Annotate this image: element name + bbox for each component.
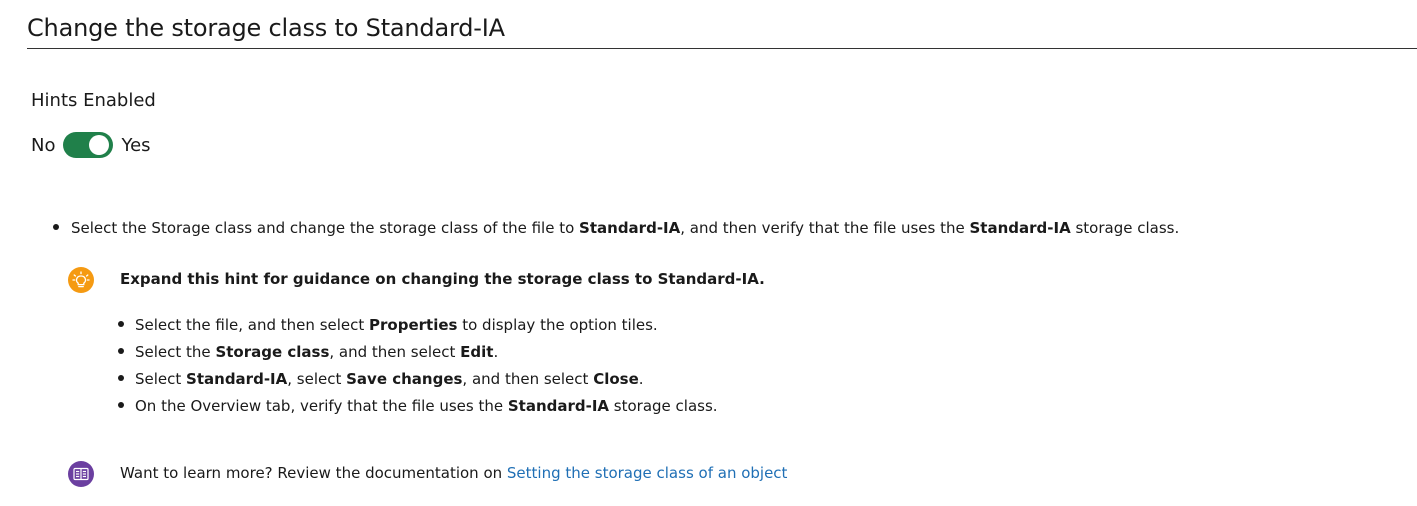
hints-enabled-label: Hints Enabled xyxy=(31,90,156,111)
task-instruction: Select the Storage class and change the … xyxy=(53,217,1179,239)
hint-step: Select the Storage class, and then selec… xyxy=(118,341,718,368)
hints-toggle-row: No Yes xyxy=(31,131,151,159)
toggle-knob xyxy=(89,135,110,155)
toggle-yes-label: Yes xyxy=(121,134,151,156)
hint-step: Select the file, and then select Propert… xyxy=(118,314,718,341)
toggle-no-label: No xyxy=(31,134,56,156)
book-icon xyxy=(68,461,94,487)
hint-steps-list: Select the file, and then select Propert… xyxy=(118,314,718,422)
bullet-dot xyxy=(118,347,124,354)
bullet-dot xyxy=(118,401,124,408)
lab-task-page: Change the storage class to Standard-IA … xyxy=(0,0,1417,506)
hints-toggle-switch[interactable] xyxy=(63,132,114,158)
page-title: Change the storage class to Standard-IA xyxy=(27,14,505,42)
learn-more-text: Want to learn more? Review the documenta… xyxy=(120,464,788,482)
bullet-dot xyxy=(118,374,124,381)
title-section: Change the storage class to Standard-IA xyxy=(27,10,1417,49)
hint-step: Select Standard-IA, select Save changes,… xyxy=(118,368,718,395)
documentation-link[interactable]: Setting the storage class of an object xyxy=(507,464,788,482)
bullet-dot xyxy=(53,223,59,230)
bullet-dot xyxy=(118,320,124,327)
hint-expand-summary[interactable]: Expand this hint for guidance on changin… xyxy=(120,268,765,290)
hint-step: On the Overview tab, verify that the fil… xyxy=(118,395,718,422)
lightbulb-icon xyxy=(68,267,94,293)
